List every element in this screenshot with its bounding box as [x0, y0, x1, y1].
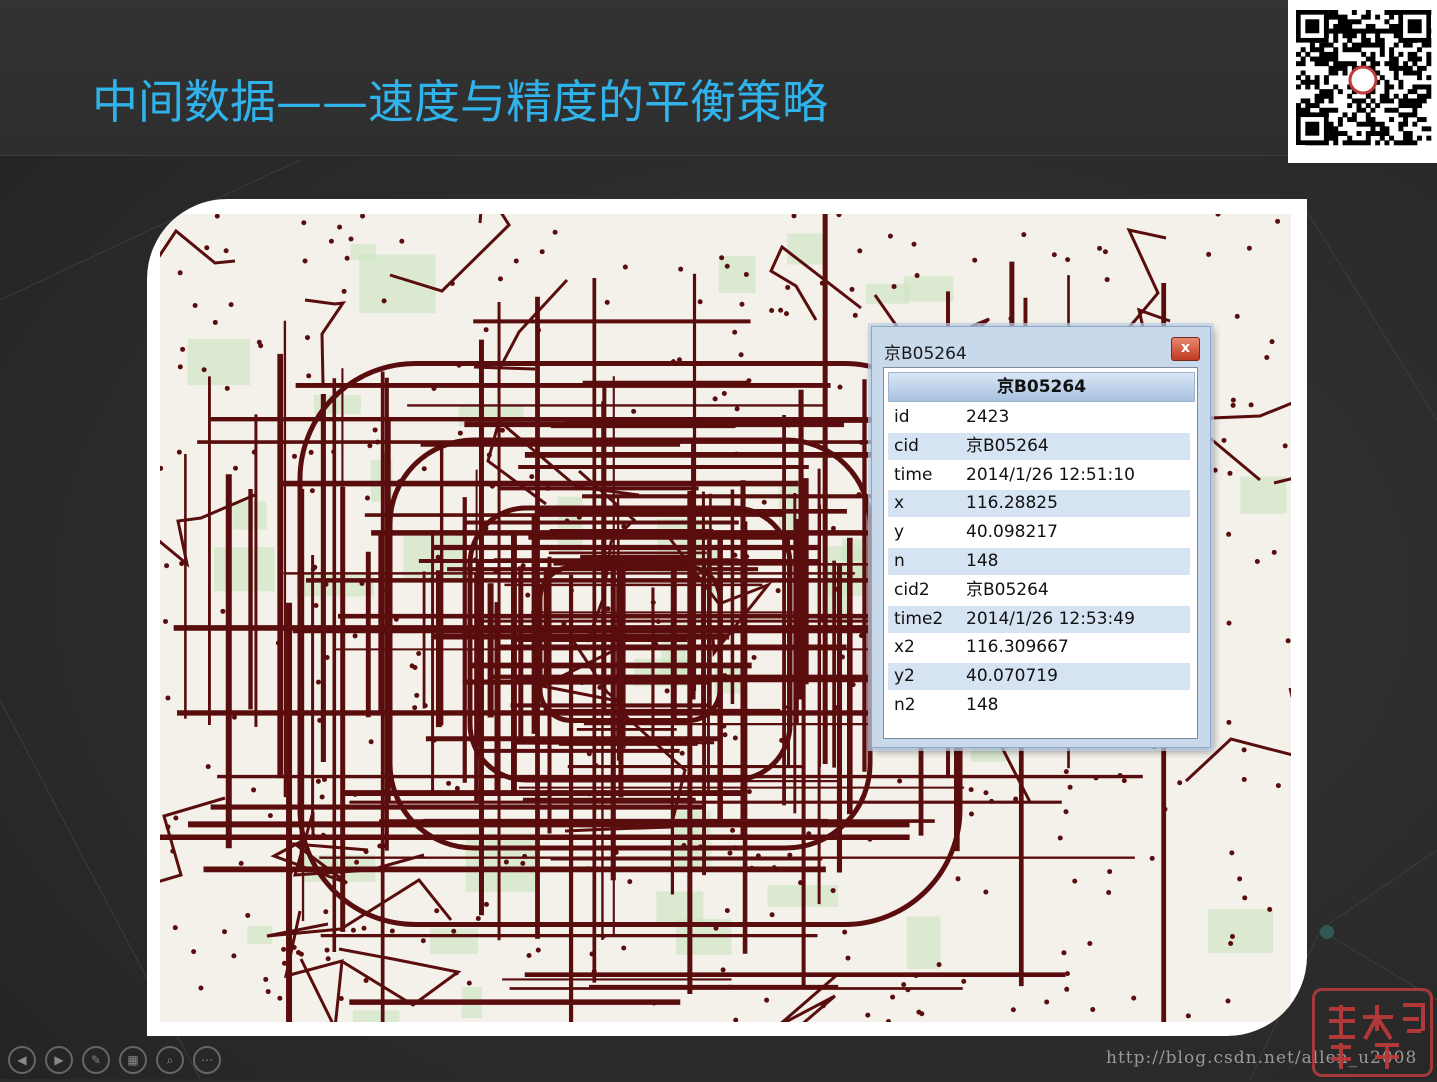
field-name: n — [894, 551, 905, 571]
field-name: time — [894, 464, 933, 485]
close-button[interactable]: x — [1171, 337, 1200, 361]
table-row: y 40.098217 — [888, 519, 1190, 546]
table-row: cid2 京B05264 — [888, 577, 1190, 604]
field-value: 2014/1/26 12:53:49 — [966, 608, 1135, 629]
field-value: 2014/1/26 12:51:10 — [966, 464, 1135, 485]
field-value: 40.098217 — [966, 522, 1058, 543]
field-name: x2 — [894, 637, 915, 658]
field-name: cid — [894, 435, 919, 456]
table-row: time 2014/1/26 12:51:10 — [888, 462, 1190, 489]
table-row: cid 京B05264 — [888, 432, 1190, 460]
table-row: time2 2014/1/26 12:53:49 — [888, 605, 1190, 633]
field-name: y — [894, 522, 905, 543]
pen-icon[interactable]: ✎ — [82, 1046, 110, 1074]
more-icon[interactable]: ⋯ — [193, 1046, 221, 1074]
zoom-icon[interactable]: ⌕ — [156, 1046, 184, 1074]
next-icon[interactable]: ▶ — [45, 1046, 73, 1074]
field-value: 116.309667 — [966, 637, 1069, 658]
field-name: id — [894, 407, 910, 427]
field-value: 2423 — [966, 407, 1010, 427]
field-name: y2 — [894, 666, 915, 687]
field-name: n2 — [894, 695, 916, 715]
popup-titlebar[interactable]: 京B05264 x — [872, 327, 1210, 365]
popup-title: 京B05264 — [884, 344, 967, 364]
table-row: x2 116.309667 — [888, 634, 1190, 661]
table-row: y2 40.070719 — [888, 663, 1190, 691]
field-value: 148 — [966, 695, 999, 715]
prev-icon[interactable]: ◀ — [8, 1046, 36, 1074]
field-value: 40.070719 — [966, 666, 1058, 687]
table-row: n2 148 — [888, 692, 1190, 719]
field-name: time2 — [894, 608, 944, 629]
field-value: 京B05264 — [966, 579, 1049, 600]
decorative-dot — [1320, 925, 1334, 939]
table-header: 京B05264 — [888, 372, 1195, 402]
table-row: id 2423 — [888, 404, 1190, 431]
slides-icon[interactable]: ▦ — [119, 1046, 147, 1074]
attribute-popup[interactable]: 京B05264 x 京B05264 id 2423 cid 京B05264 time 20… — [871, 326, 1211, 748]
table-row: x 116.28825 — [888, 490, 1190, 518]
field-value: 148 — [966, 551, 999, 571]
field-name: x — [894, 493, 905, 514]
slide-title: 中间数据——速度与精度的平衡策略 — [92, 75, 828, 129]
qr-code — [1288, 0, 1437, 163]
table-row: n 148 — [888, 548, 1190, 575]
seal-logo — [1312, 988, 1433, 1077]
field-name: cid2 — [894, 579, 930, 600]
attribute-table: 京B05264 id 2423 cid 京B05264 time 2014/1/26 12… — [883, 367, 1198, 739]
field-value: 116.28825 — [966, 493, 1058, 514]
field-value: 京B05264 — [966, 435, 1049, 456]
